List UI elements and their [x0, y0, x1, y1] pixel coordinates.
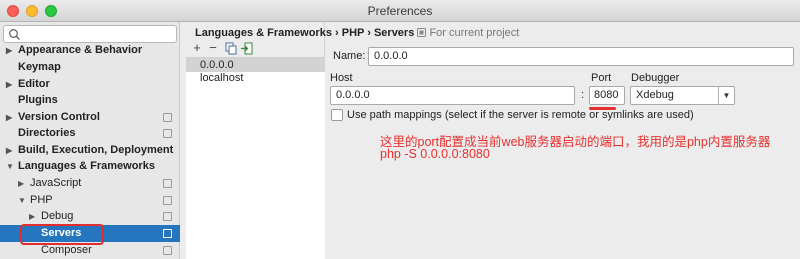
copy-icon [225, 42, 237, 55]
project-scope-icon [417, 28, 427, 37]
sidebar-item-php[interactable]: ▼ PHP [0, 192, 180, 209]
current-project-scope: For current project [417, 27, 519, 39]
debugger-selected-value: Xdebug [636, 89, 674, 101]
sidebar-item-appearance-behavior[interactable]: ▶ Appearance & Behavior [0, 42, 180, 59]
expand-arrow-icon[interactable]: ▶ [18, 175, 24, 192]
remove-server-button[interactable]: − [206, 41, 220, 56]
title-bar: Preferences [0, 0, 800, 22]
import-server-button[interactable] [240, 42, 254, 56]
project-scope-icon [163, 129, 172, 138]
servers-list: 0.0.0.0 localhost [186, 57, 325, 259]
copy-server-button[interactable] [224, 42, 238, 56]
sidebar-item-plugins[interactable]: Plugins [0, 92, 180, 109]
expand-arrow-icon[interactable]: ▶ [6, 109, 12, 126]
name-field[interactable]: 0.0.0.0 [368, 47, 794, 66]
expand-arrow-icon[interactable]: ▶ [6, 142, 12, 159]
debugger-label: Debugger [631, 72, 680, 84]
collapse-arrow-icon[interactable]: ▼ [6, 158, 14, 175]
breadcrumb-separator: › [335, 27, 339, 39]
project-scope-icon [163, 196, 172, 205]
breadcrumb-servers: Servers [373, 27, 415, 39]
import-icon [241, 42, 253, 55]
add-server-button[interactable]: + [190, 41, 204, 56]
project-scope-icon [163, 212, 172, 221]
use-path-mappings-checkbox[interactable] [331, 109, 343, 121]
sidebar-item-editor[interactable]: ▶ Editor [0, 76, 180, 93]
breadcrumb-languages-frameworks[interactable]: Languages & Frameworks [195, 27, 332, 39]
sidebar-item-languages-frameworks[interactable]: ▼ Languages & Frameworks [0, 158, 180, 175]
breadcrumb-separator: › [367, 27, 371, 39]
project-scope-icon [163, 113, 172, 122]
host-field[interactable]: 0.0.0.0 [330, 86, 575, 105]
scope-label: For current project [429, 27, 520, 39]
sidebar-item-javascript[interactable]: ▶ JavaScript [0, 175, 180, 192]
server-list-item[interactable]: localhost [186, 71, 325, 85]
host-label: Host [330, 72, 353, 84]
search-icon [9, 29, 20, 40]
expand-arrow-icon[interactable]: ▶ [29, 208, 35, 225]
server-list-item[interactable]: 0.0.0.0 [186, 58, 325, 72]
expand-arrow-icon[interactable]: ▶ [6, 42, 12, 59]
annotation-text-line2: php -S 0.0.0.0:8080 [380, 147, 490, 161]
sidebar-item-directories[interactable]: Directories [0, 125, 180, 142]
settings-search-input[interactable] [3, 25, 177, 43]
use-path-mappings-label[interactable]: Use path mappings (select if the server … [347, 109, 694, 121]
project-scope-icon [163, 179, 172, 188]
host-port-separator: : [581, 89, 585, 101]
sidebar-item-debug[interactable]: ▶ Debug [0, 208, 180, 225]
window-title: Preferences [367, 4, 433, 18]
sidebar-item-keymap[interactable]: Keymap [0, 59, 180, 76]
expand-arrow-icon[interactable]: ▶ [6, 76, 12, 93]
port-label: Port [591, 72, 612, 84]
chevron-down-icon: ▼ [718, 87, 734, 104]
sidebar-item-version-control[interactable]: ▶ Version Control [0, 109, 180, 126]
name-label: Name: [333, 50, 366, 62]
breadcrumb-php[interactable]: PHP [342, 27, 364, 39]
project-scope-icon [163, 246, 172, 255]
servers-highlight-annotation [20, 224, 104, 245]
project-scope-icon [163, 229, 172, 238]
port-field[interactable]: 8080 [589, 86, 625, 105]
breadcrumb: Languages & Frameworks › PHP › Servers F… [195, 27, 519, 39]
debugger-select[interactable]: Xdebug ▼ [630, 86, 735, 105]
sidebar-item-build-execution-deployment[interactable]: ▶ Build, Execution, Deployment [0, 142, 180, 159]
collapse-arrow-icon[interactable]: ▼ [18, 192, 26, 209]
